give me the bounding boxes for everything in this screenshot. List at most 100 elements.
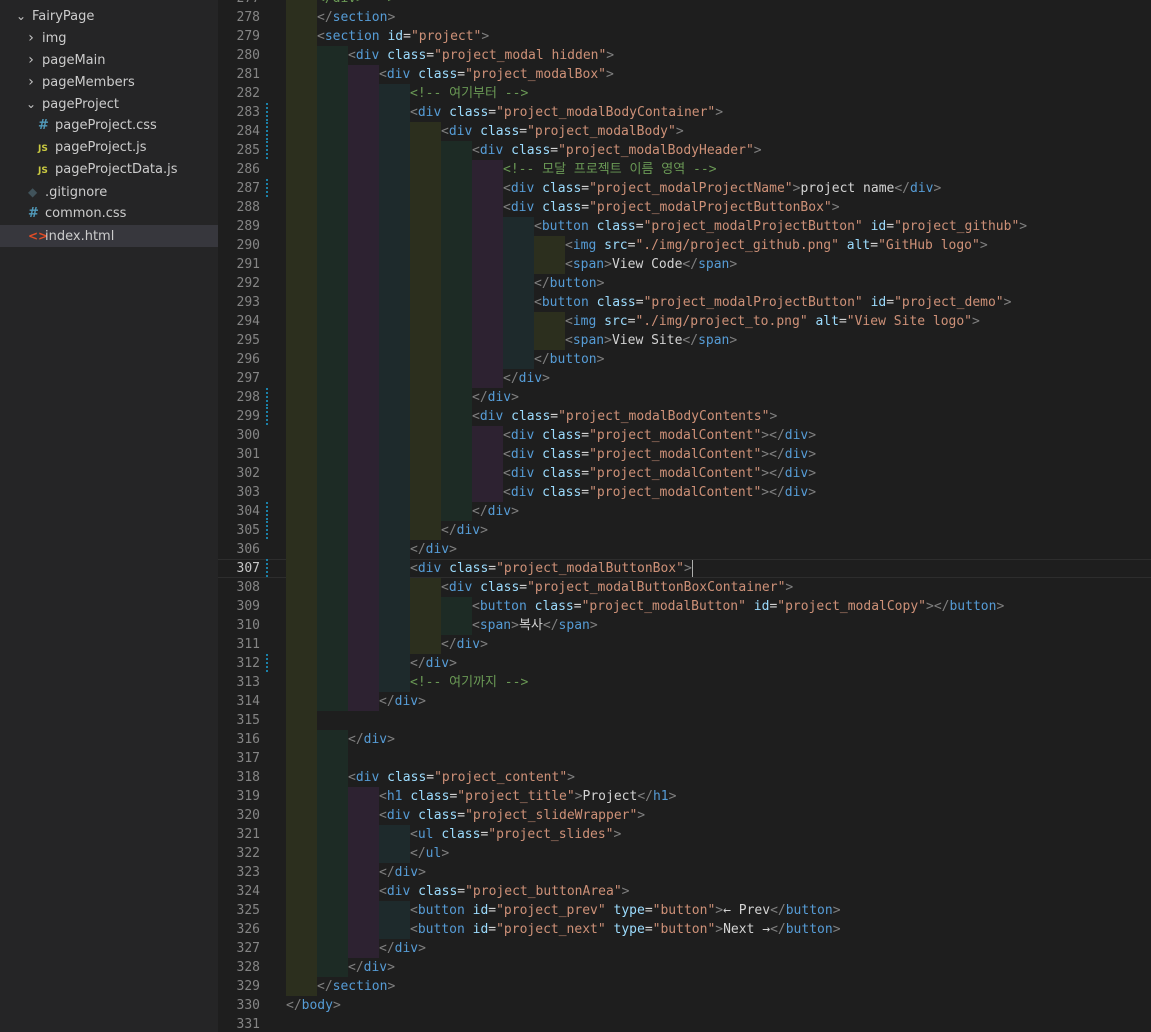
code-line[interactable]: 287 <div class="project_modalProjectName"… <box>218 179 1151 198</box>
indent-guide <box>317 122 348 141</box>
code-line[interactable]: 329 </section> <box>218 977 1151 996</box>
line-number: 283 <box>236 105 260 120</box>
code-line[interactable]: 327 </div> <box>218 939 1151 958</box>
line-number: 314 <box>236 694 260 709</box>
explorer-item[interactable]: # common.css <box>0 203 218 225</box>
code-line[interactable]: 331 <box>218 1015 1151 1032</box>
code-line[interactable]: 277 </div> --> <box>218 0 1151 8</box>
code-line[interactable]: 317 <box>218 749 1151 768</box>
indent-guide <box>348 863 379 882</box>
code-line[interactable]: 321 <ul class="project_slides"> <box>218 825 1151 844</box>
code-line[interactable]: 279 <section id="project"> <box>218 27 1151 46</box>
code-line[interactable]: 298 </div> <box>218 388 1151 407</box>
code-line[interactable]: 289 <button class="project_modalProjectBu… <box>218 217 1151 236</box>
code-line[interactable]: 325 <button id="project_prev" type="butto… <box>218 901 1151 920</box>
explorer-item[interactable]: › img <box>0 27 218 49</box>
code-line[interactable]: 278 </section> <box>218 8 1151 27</box>
code-line[interactable]: 305 </div> <box>218 521 1151 540</box>
code-line[interactable]: 309 <button class="project_modalButton" i… <box>218 597 1151 616</box>
indent-guide <box>348 635 379 654</box>
code-line[interactable]: 312 </div> <box>218 654 1151 673</box>
explorer-item-label: .gitignore <box>45 185 108 200</box>
code-line[interactable]: 328 </div> <box>218 958 1151 977</box>
code-line[interactable]: 311 </div> <box>218 635 1151 654</box>
indent-guide <box>286 350 317 369</box>
code-line[interactable]: 297 </div> <box>218 369 1151 388</box>
code-line[interactable]: 283 <div class="project_modalBodyContaine… <box>218 103 1151 122</box>
code-line[interactable]: 294 <img src="./img/project_to.png" alt="… <box>218 312 1151 331</box>
code-line[interactable]: 315 <box>218 711 1151 730</box>
code-line[interactable]: 310 <span>복사</span> <box>218 616 1151 635</box>
indent-guide <box>410 236 441 255</box>
explorer-item[interactable]: <>index.html <box>0 225 218 247</box>
code-line[interactable]: 302 <div class="project_modalContent"></d… <box>218 464 1151 483</box>
code-line[interactable]: 314 </div> <box>218 692 1151 711</box>
code-line[interactable]: 301 <div class="project_modalContent"></d… <box>218 445 1151 464</box>
code-line[interactable]: 296 </button> <box>218 350 1151 369</box>
code-line[interactable]: 320 <div class="project_slideWrapper"> <box>218 806 1151 825</box>
code-line[interactable]: 292 </button> <box>218 274 1151 293</box>
line-number: 304 <box>236 504 260 519</box>
line-number: 301 <box>236 447 260 462</box>
code-line[interactable]: 295 <span>View Site</span> <box>218 331 1151 350</box>
code-text: <button id="project_prev" type="button">… <box>410 903 841 918</box>
indent-guide <box>286 65 317 84</box>
line-number: 302 <box>236 466 260 481</box>
code-line[interactable]: 323 </div> <box>218 863 1151 882</box>
indent-guide <box>286 673 317 692</box>
chevron-right-icon[interactable]: › <box>24 71 38 93</box>
explorer-item[interactable]: JS pageProjectData.js <box>0 159 218 181</box>
code-line[interactable]: 319 <h1 class="project_title">Project</h1… <box>218 787 1151 806</box>
html-file-icon: <> <box>28 229 49 243</box>
code-line[interactable]: 286 <!-- 모달 프로젝트 이름 영역 --> <box>218 160 1151 179</box>
code-text: <!-- 여기부터 --> <box>410 86 529 101</box>
explorer-item[interactable]: ◆ .gitignore <box>0 181 218 203</box>
chevron-down-icon[interactable]: ⌄ <box>24 93 38 115</box>
explorer-item[interactable]: ⌄ pageProject <box>0 93 218 115</box>
code-line[interactable]: 280 <div class="project_modal hidden"> <box>218 46 1151 65</box>
code-line[interactable]: 281 <div class="project_modalBox"> <box>218 65 1151 84</box>
code-line[interactable]: 290 <img src="./img/project_github.png" a… <box>218 236 1151 255</box>
indent-guide <box>286 578 317 597</box>
code-line[interactable]: 291 <span>View Code</span> <box>218 255 1151 274</box>
code-line[interactable]: 303 <div class="project_modalContent"></d… <box>218 483 1151 502</box>
code-line[interactable]: 299 <div class="project_modalBodyContents… <box>218 407 1151 426</box>
explorer-item[interactable]: # pageProject.css <box>0 115 218 137</box>
code-line[interactable]: 326 <button id="project_next" type="butto… <box>218 920 1151 939</box>
code-line[interactable]: 282 <!-- 여기부터 --> <box>218 84 1151 103</box>
indent-guide <box>317 901 348 920</box>
code-line[interactable]: 318 <div class="project_content"> <box>218 768 1151 787</box>
code-line[interactable]: 324 <div class="project_buttonArea"> <box>218 882 1151 901</box>
code-line[interactable]: 330 </body> <box>218 996 1151 1015</box>
code-text: <img src="./img/project_to.png" alt="Vie… <box>565 314 980 329</box>
code-editor[interactable]: 277 </div> --> 278 </section> 279 <section id… <box>218 0 1151 1032</box>
code-line[interactable]: 313 <!-- 여기까지 --> <box>218 673 1151 692</box>
code-line[interactable]: 316 </div> <box>218 730 1151 749</box>
code-text: <img src="./img/project_github.png" alt=… <box>565 238 988 253</box>
explorer-item[interactable]: › pageMembers <box>0 71 218 93</box>
indent-guide <box>286 312 317 331</box>
code-line[interactable]: 293 <button class="project_modalProjectBu… <box>218 293 1151 312</box>
explorer-item[interactable]: ⌄ FairyPage <box>0 5 218 27</box>
code-line[interactable]: 284 <div class="project_modalBody"> <box>218 122 1151 141</box>
code-line[interactable]: 288 <div class="project_modalProjectButto… <box>218 198 1151 217</box>
code-text: </div> <box>410 656 457 671</box>
indent-guide <box>410 369 441 388</box>
chevron-down-icon[interactable]: ⌄ <box>14 5 28 27</box>
explorer-item[interactable]: JS pageProject.js <box>0 137 218 159</box>
indent-guide <box>441 141 472 160</box>
indent-guide <box>286 654 317 673</box>
code-line[interactable]: 285 <div class="project_modalBodyHeader"> <box>218 141 1151 160</box>
explorer-item[interactable]: › pageMain <box>0 49 218 71</box>
code-line[interactable]: 308 <div class="project_modalButtonBoxCon… <box>218 578 1151 597</box>
code-line[interactable]: 304 </div> <box>218 502 1151 521</box>
chevron-right-icon[interactable]: › <box>24 49 38 71</box>
chevron-right-icon[interactable]: › <box>24 27 38 49</box>
code-line[interactable]: 322 </ul> <box>218 844 1151 863</box>
code-text: <div class="project_modalButtonBox"> <box>410 560 693 577</box>
code-line[interactable]: 300 <div class="project_modalContent"></d… <box>218 426 1151 445</box>
code-text: <div class="project_modalProjectButtonBo… <box>503 200 840 215</box>
code-line[interactable]: 307 <div class="project_modalButtonBox"> <box>218 559 1151 578</box>
code-line[interactable]: 306 </div> <box>218 540 1151 559</box>
line-number: 307 <box>236 561 260 576</box>
